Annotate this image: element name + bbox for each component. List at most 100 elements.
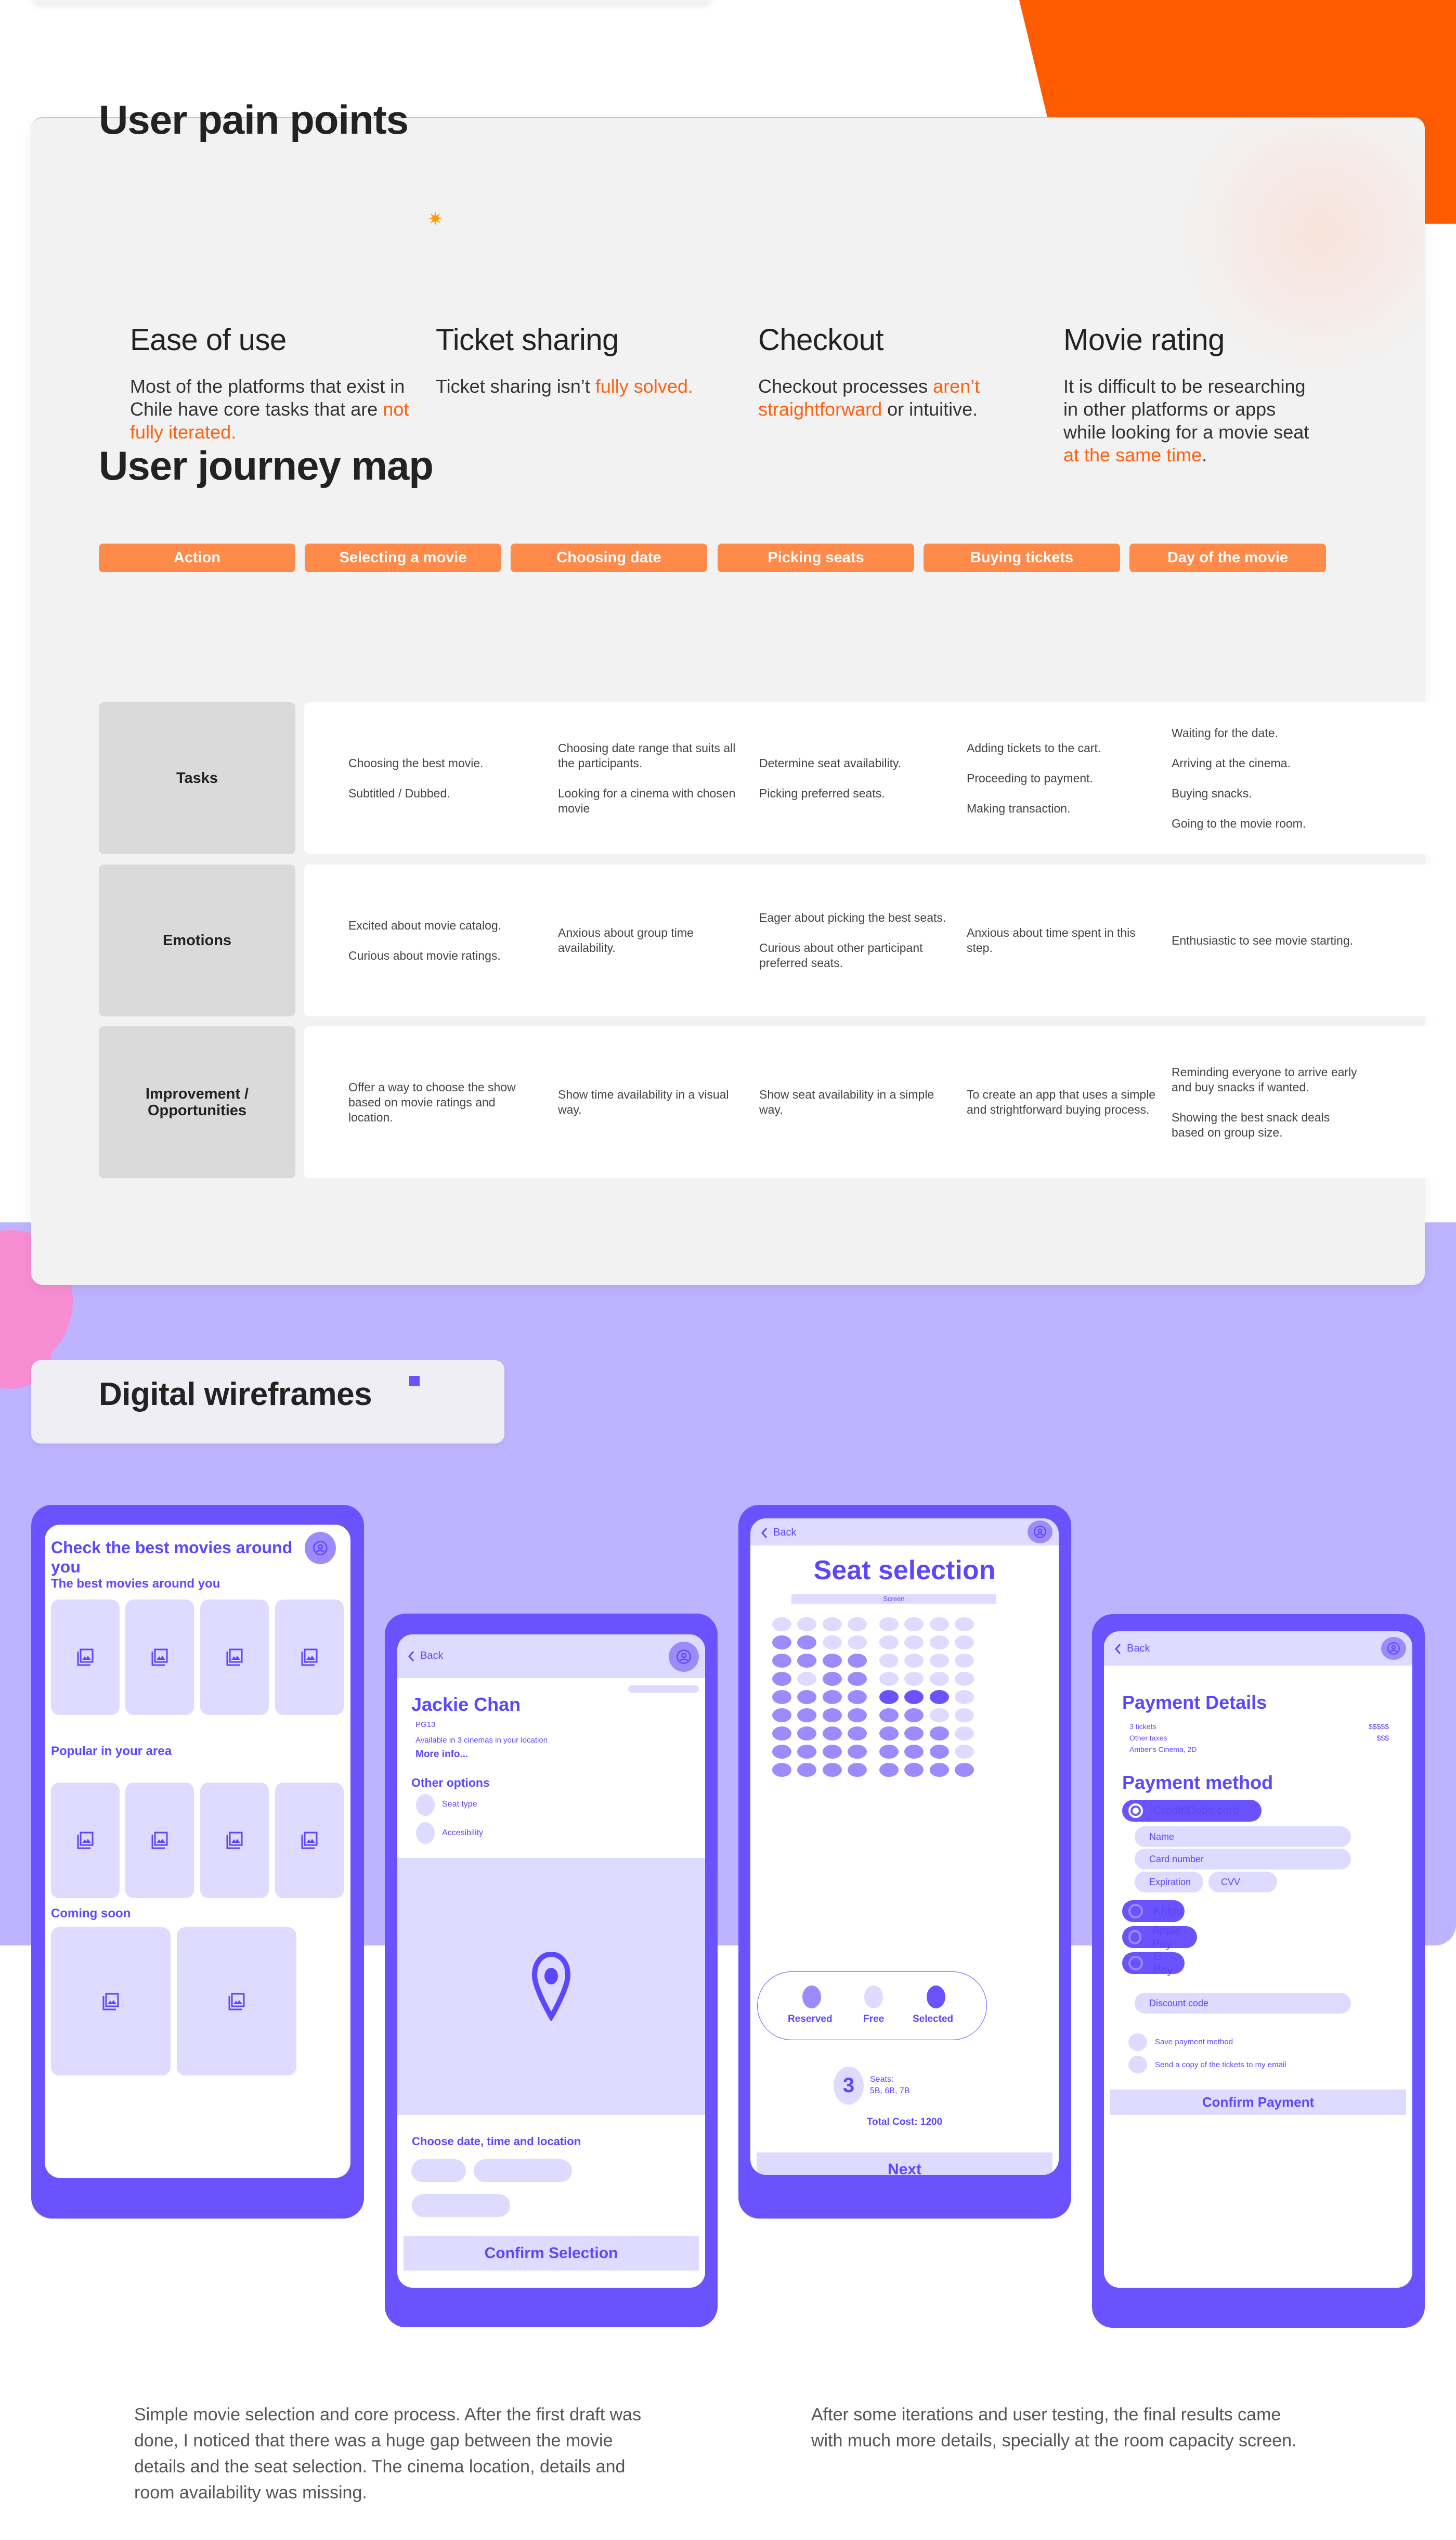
cvv-input[interactable]: CVV — [1208, 1872, 1277, 1892]
seat-res[interactable] — [904, 1726, 924, 1740]
seat-res[interactable] — [904, 1763, 924, 1777]
map-area[interactable] — [397, 1858, 705, 2115]
seat-res[interactable] — [879, 1745, 899, 1759]
seat-sel[interactable] — [904, 1690, 924, 1704]
seat-res[interactable] — [772, 1745, 791, 1759]
seat-free[interactable] — [930, 1635, 949, 1649]
seat-res[interactable] — [772, 1635, 791, 1649]
accessibility-toggle[interactable] — [416, 1822, 435, 1844]
seat-free[interactable] — [823, 1617, 842, 1631]
seat-free[interactable] — [930, 1672, 949, 1686]
seat-res[interactable] — [772, 1708, 791, 1722]
seat-free[interactable] — [879, 1617, 899, 1631]
movie-poster-placeholder[interactable] — [51, 1783, 120, 1898]
seat-res[interactable] — [823, 1690, 842, 1704]
seat-res[interactable] — [797, 1708, 816, 1722]
more-info-link[interactable]: More info... — [415, 1749, 468, 1760]
seat-free[interactable] — [772, 1617, 791, 1631]
seat-free[interactable] — [797, 1672, 816, 1686]
confirm-selection-button[interactable]: Confirm Selection — [404, 2236, 699, 2271]
location-option-pill[interactable] — [412, 2194, 510, 2217]
back-button[interactable]: Back — [761, 1527, 796, 1539]
seat-res[interactable] — [823, 1763, 842, 1777]
seat-free[interactable] — [930, 1708, 949, 1722]
seat-res[interactable] — [848, 1726, 867, 1740]
movie-poster-placeholder[interactable] — [125, 1783, 194, 1898]
time-option-pill[interactable] — [474, 2159, 572, 2182]
next-button[interactable]: Next — [757, 2152, 1052, 2175]
payment-option-g-pay[interactable]: G Pay — [1122, 1950, 1185, 1976]
payment-option-khipu[interactable]: Khipu — [1122, 1900, 1185, 1922]
seat-free[interactable] — [955, 1617, 974, 1631]
seat-free[interactable] — [930, 1617, 949, 1631]
expiration-input[interactable]: Expiration — [1135, 1872, 1203, 1892]
seat-sel[interactable] — [879, 1690, 899, 1704]
seat-res[interactable] — [930, 1726, 949, 1740]
save-payment-checkbox[interactable] — [1128, 2033, 1147, 2051]
seat-res[interactable] — [797, 1654, 816, 1668]
movie-poster-placeholder[interactable] — [200, 1783, 269, 1898]
confirm-payment-button[interactable]: Confirm Payment — [1110, 2090, 1406, 2115]
seat-res[interactable] — [797, 1745, 816, 1759]
seat-res[interactable] — [823, 1672, 842, 1686]
seat-res[interactable] — [848, 1763, 867, 1777]
seat-res[interactable] — [848, 1745, 867, 1759]
seat-free[interactable] — [955, 1635, 974, 1649]
discount-code-input[interactable]: Discount code — [1135, 1993, 1351, 2014]
movie-poster-placeholder[interactable] — [51, 1927, 171, 2075]
back-button[interactable]: Back — [1114, 1643, 1150, 1655]
card-name-input[interactable]: Name — [1135, 1826, 1351, 1847]
seat-free[interactable] — [848, 1617, 867, 1631]
seat-free[interactable] — [904, 1617, 924, 1631]
seat-res[interactable] — [797, 1690, 816, 1704]
date-option-pill[interactable] — [411, 2159, 466, 2182]
seat-res[interactable] — [879, 1763, 899, 1777]
seat-free[interactable] — [955, 1726, 974, 1740]
movie-poster-placeholder[interactable] — [51, 1600, 120, 1715]
seat-res[interactable] — [823, 1726, 842, 1740]
seat-free[interactable] — [955, 1690, 974, 1704]
seat-res[interactable] — [797, 1763, 816, 1777]
seat-res[interactable] — [955, 1763, 974, 1777]
seat-res[interactable] — [823, 1745, 842, 1759]
seat-free[interactable] — [879, 1672, 899, 1686]
profile-avatar-button[interactable] — [1381, 1637, 1406, 1660]
seat-res[interactable] — [772, 1690, 791, 1704]
seat-res[interactable] — [772, 1763, 791, 1777]
seat-free[interactable] — [955, 1708, 974, 1722]
seat-res[interactable] — [797, 1726, 816, 1740]
seat-free[interactable] — [904, 1654, 924, 1668]
seat-res[interactable] — [904, 1745, 924, 1759]
seat-res[interactable] — [879, 1708, 899, 1722]
profile-avatar-button[interactable] — [305, 1532, 336, 1564]
seat-free[interactable] — [823, 1635, 842, 1649]
profile-avatar-button[interactable] — [1028, 1520, 1052, 1543]
seat-free[interactable] — [904, 1635, 924, 1649]
seat-res[interactable] — [823, 1654, 842, 1668]
seat-free[interactable] — [955, 1672, 974, 1686]
seat-res[interactable] — [904, 1708, 924, 1722]
seat-free[interactable] — [955, 1745, 974, 1759]
seat-free[interactable] — [879, 1635, 899, 1649]
email-copy-checkbox[interactable] — [1128, 2056, 1147, 2073]
seat-res[interactable] — [848, 1690, 867, 1704]
seat-type-toggle[interactable] — [416, 1794, 435, 1816]
seat-free[interactable] — [879, 1654, 899, 1668]
seat-free[interactable] — [930, 1654, 949, 1668]
seat-res[interactable] — [772, 1654, 791, 1668]
seat-free[interactable] — [904, 1672, 924, 1686]
seat-free[interactable] — [848, 1635, 867, 1649]
seat-res[interactable] — [848, 1654, 867, 1668]
profile-avatar-button[interactable] — [669, 1642, 699, 1672]
seat-res[interactable] — [772, 1726, 791, 1740]
movie-poster-placeholder[interactable] — [275, 1600, 344, 1715]
seat-res[interactable] — [930, 1745, 949, 1759]
movie-poster-placeholder[interactable] — [200, 1600, 269, 1715]
seat-res[interactable] — [879, 1726, 899, 1740]
seat-res[interactable] — [848, 1708, 867, 1722]
movie-poster-placeholder[interactable] — [125, 1600, 194, 1715]
seat-res[interactable] — [848, 1672, 867, 1686]
card-number-input[interactable]: Card number — [1135, 1849, 1351, 1869]
back-button[interactable]: Back — [408, 1650, 443, 1662]
seat-free[interactable] — [797, 1617, 816, 1631]
